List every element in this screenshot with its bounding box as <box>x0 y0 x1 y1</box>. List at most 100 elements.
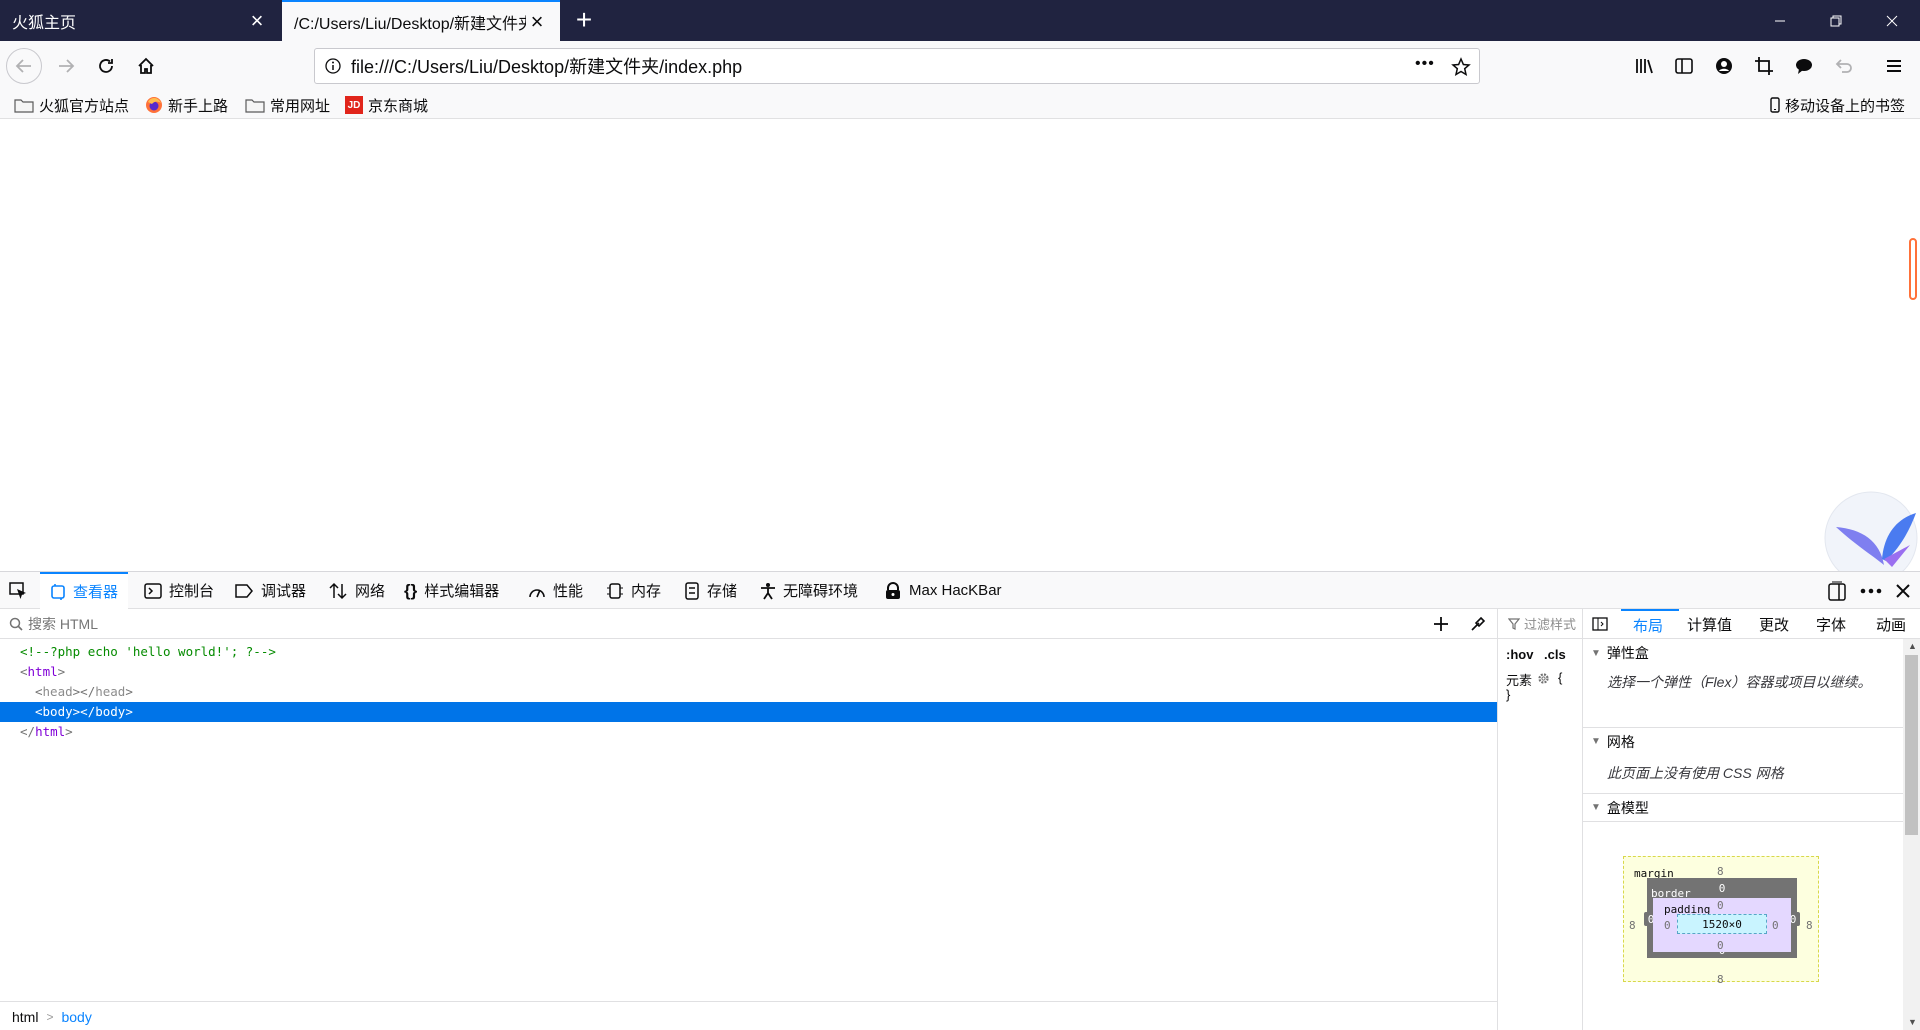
tab-storage[interactable]: 存储 <box>684 572 737 609</box>
margin-top-value[interactable]: 8 <box>1717 865 1724 878</box>
bookmark-firefox-official[interactable]: 火狐官方站点 <box>14 95 129 115</box>
margin-left-value[interactable]: 8 <box>1629 919 1636 932</box>
flexbox-section-header[interactable]: ▼ 弹性盒 <box>1583 639 1903 667</box>
toggle-sidebar-icon[interactable] <box>1592 617 1608 631</box>
close-icon[interactable]: × <box>246 9 268 32</box>
grid-message: 此页面上没有使用 CSS 网格 <box>1607 765 1784 781</box>
tab-memory[interactable]: 内存 <box>606 572 661 609</box>
chat-bubble-icon[interactable] <box>1794 56 1814 76</box>
page-actions-icon[interactable]: ••• <box>1415 55 1435 73</box>
filter-icon <box>1508 617 1520 630</box>
eyedropper-icon[interactable] <box>1470 616 1486 632</box>
padding-left-value[interactable]: 0 <box>1664 919 1671 932</box>
library-icon[interactable] <box>1634 56 1654 76</box>
border-top-value[interactable]: 0 <box>1715 881 1729 895</box>
breadcrumb-html[interactable]: html <box>12 1009 38 1025</box>
window-close-button[interactable] <box>1864 0 1920 41</box>
restore-button[interactable] <box>1808 0 1864 41</box>
padding-top-value[interactable]: 0 <box>1717 899 1724 912</box>
tab-inspector[interactable]: 查看器 <box>40 572 129 609</box>
tab-index-php[interactable]: /C:/Users/Liu/Desktop/新建文件夹 × <box>282 0 560 41</box>
markup-head-node[interactable]: <head></head> <box>0 682 1497 702</box>
more-options-icon[interactable] <box>1860 588 1882 594</box>
box-model-section-header[interactable]: ▼ 盒模型 <box>1583 793 1903 821</box>
margin-right-value[interactable]: 8 <box>1806 919 1813 932</box>
back-button[interactable] <box>6 48 42 84</box>
cls-toggle[interactable]: .cls <box>1544 647 1566 662</box>
tab-style-editor[interactable]: {} 样式编辑器 <box>404 572 499 609</box>
tab-layout[interactable]: 布局 <box>1621 609 1679 639</box>
rules-filter-input[interactable]: 过滤样式 <box>1524 614 1576 633</box>
html-search-bar <box>0 609 1498 639</box>
element-picker-button[interactable] <box>8 572 32 609</box>
grid-section-header[interactable]: ▼ 网格 <box>1583 727 1903 755</box>
tab-changes[interactable]: 更改 <box>1759 609 1789 639</box>
minimize-icon <box>1775 20 1785 21</box>
close-icon[interactable] <box>1896 584 1910 598</box>
bookmark-jd-mall[interactable]: JD 京东商城 <box>345 95 428 115</box>
tab-network[interactable]: 网络 <box>328 572 385 609</box>
sidebar-icon[interactable] <box>1674 56 1694 76</box>
close-icon <box>1886 15 1898 26</box>
breadcrumb-body[interactable]: body <box>61 1009 91 1025</box>
folder-icon <box>245 99 265 113</box>
tab-fonts[interactable]: 字体 <box>1816 609 1846 639</box>
padding-right-value[interactable]: 0 <box>1772 919 1779 932</box>
screenshot-crop-icon[interactable] <box>1754 56 1774 76</box>
mobile-device-icon <box>1770 97 1780 113</box>
tab-console[interactable]: 控制台 <box>144 572 214 609</box>
tab-computed[interactable]: 计算值 <box>1687 609 1732 639</box>
restore-icon <box>1830 15 1842 26</box>
bookmark-star-icon[interactable] <box>1451 57 1471 77</box>
undo-icon[interactable] <box>1834 56 1854 76</box>
account-icon[interactable] <box>1714 56 1734 76</box>
memory-icon <box>607 582 623 599</box>
flexbox-message: 选择一个弹性（Flex）容器或项目以继续。 <box>1607 674 1872 690</box>
tab-max-hackbar[interactable]: Max HacKBar <box>884 572 1002 609</box>
padding-bottom-value[interactable]: 0 <box>1717 939 1724 952</box>
markup-comment-node[interactable]: <!--?php echo 'hello world!'; ?--> <box>0 642 1497 662</box>
margin-bottom-value[interactable]: 8 <box>1717 973 1724 986</box>
sidebar-scrollbar[interactable]: ▲ ▼ <box>1903 639 1920 1030</box>
new-tab-button[interactable]: + <box>568 4 600 36</box>
home-icon <box>138 57 154 74</box>
url-bar[interactable]: file:///C:/Users/Liu/Desktop/新建文件夹/index… <box>314 48 1480 84</box>
tab-accessibility[interactable]: 无障碍环境 <box>760 572 858 609</box>
url-text[interactable]: file:///C:/Users/Liu/Desktop/新建文件夹/index… <box>351 53 742 79</box>
markup-html-close[interactable]: </html> <box>0 722 1497 742</box>
info-icon[interactable] <box>325 58 341 74</box>
tab-debugger[interactable]: 调试器 <box>234 572 306 609</box>
rules-view: 过滤样式 :hov .cls 元素 { } <box>1498 609 1583 1030</box>
gear-icon[interactable] <box>1537 672 1550 685</box>
tab-animations[interactable]: 动画 <box>1876 609 1906 639</box>
mobile-bookmarks[interactable]: 移动设备上的书签 <box>1770 95 1905 115</box>
scroll-up-icon[interactable]: ▲ <box>1908 641 1917 651</box>
search-icon <box>9 617 23 631</box>
bookmark-getting-started[interactable]: 新手上路 <box>145 95 228 115</box>
hamburger-menu-icon[interactable] <box>1884 56 1904 76</box>
minimize-button[interactable] <box>1752 0 1808 41</box>
page-scrollbar-thumb[interactable] <box>1909 238 1917 300</box>
home-button[interactable] <box>128 48 164 84</box>
tab-firefox-home[interactable]: 火狐主页 × <box>0 0 280 41</box>
markup-html-open[interactable]: <html> <box>0 662 1497 682</box>
forward-button[interactable] <box>48 48 84 84</box>
scroll-down-icon[interactable]: ▼ <box>1908 1017 1917 1027</box>
box-model-content-size[interactable]: 1520×0 <box>1677 914 1767 934</box>
section-divider <box>1583 821 1903 822</box>
dock-side-icon[interactable] <box>1828 581 1846 601</box>
html-search-input[interactable] <box>28 615 1328 632</box>
bookmark-common-sites[interactable]: 常用网址 <box>245 95 330 115</box>
tab-performance[interactable]: 性能 <box>528 572 583 609</box>
close-icon[interactable]: × <box>526 10 548 33</box>
markup-body-node-selected[interactable]: <body></body> <box>0 702 1497 722</box>
reload-button[interactable] <box>88 48 124 84</box>
bookmark-label: 移动设备上的书签 <box>1785 97 1906 115</box>
add-node-icon[interactable] <box>1434 617 1448 631</box>
scrollbar-thumb[interactable] <box>1905 655 1918 835</box>
jd-icon: JD <box>345 96 363 114</box>
chevron-down-icon: ▼ <box>1591 647 1601 659</box>
forward-arrow-icon <box>59 59 75 73</box>
element-picker-icon <box>9 581 26 599</box>
hov-toggle[interactable]: :hov <box>1506 647 1533 662</box>
